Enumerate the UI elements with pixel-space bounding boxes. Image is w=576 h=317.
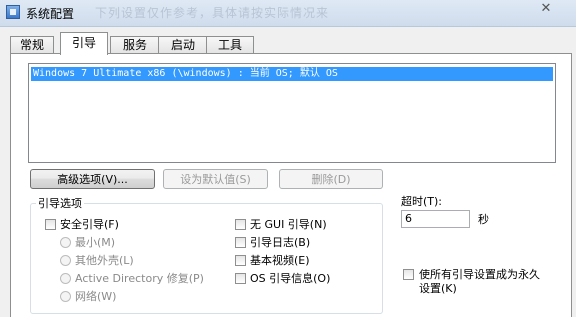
base-video-label: 基本视频(E) (250, 254, 310, 267)
tab-services[interactable]: 服务 (110, 36, 160, 54)
os-boot-info-label: OS 引导信息(O) (250, 272, 331, 285)
advanced-options-button[interactable]: 高级选项(V)... (30, 169, 155, 189)
set-default-button[interactable]: 设为默认值(S) (163, 169, 268, 189)
base-video-checkbox[interactable] (235, 255, 246, 266)
title-bar: 系统配置 下列设置仅作参考，具体请按实际情况来 ✕ (0, 0, 576, 27)
window-title: 系统配置 (26, 7, 75, 21)
boot-log-label: 引导日志(B) (250, 236, 311, 249)
os-boot-info-checkbox[interactable] (235, 273, 246, 284)
timeout-label: 超时(T): (401, 195, 443, 208)
title-ghost-text: 下列设置仅作参考，具体请按实际情况来 (95, 6, 330, 20)
make-permanent-label-line1: 使所有引导设置成为永久 (419, 268, 540, 281)
minimal-radio[interactable] (60, 237, 71, 248)
close-button[interactable]: ✕ (521, 0, 571, 18)
timeout-unit-label: 秒 (478, 213, 489, 226)
network-radio[interactable] (60, 291, 71, 302)
make-permanent-checkbox[interactable] (403, 269, 414, 280)
tab-boot[interactable]: 引导 (60, 32, 108, 55)
alternate-shell-radio[interactable] (60, 255, 71, 266)
tab-general[interactable]: 常规 (10, 36, 54, 54)
boot-log-checkbox[interactable] (235, 237, 246, 248)
ad-repair-label: Active Directory 修复(P) (75, 272, 204, 285)
safe-boot-label: 安全引导(F) (60, 218, 119, 231)
make-permanent-label-line2: 设置(K) (419, 282, 457, 295)
alternate-shell-label: 其他外壳(L) (75, 254, 134, 267)
boot-options-legend: 引导选项 (36, 195, 84, 211)
delete-button[interactable]: 删除(D) (279, 169, 383, 189)
ad-repair-radio[interactable] (60, 273, 71, 284)
safe-boot-checkbox[interactable] (45, 219, 56, 230)
network-label: 网络(W) (75, 290, 117, 303)
timeout-input[interactable]: 6 (401, 210, 470, 228)
tab-tools[interactable]: 工具 (206, 36, 254, 54)
system-config-icon (6, 5, 20, 19)
no-gui-boot-label: 无 GUI 引导(N) (250, 218, 327, 231)
no-gui-boot-checkbox[interactable] (235, 219, 246, 230)
os-list[interactable]: Windows 7 Ultimate x86 (\windows) : 当前 O… (28, 63, 556, 163)
os-list-item-selected[interactable]: Windows 7 Ultimate x86 (\windows) : 当前 O… (31, 67, 553, 81)
minimal-label: 最小(M) (75, 236, 116, 249)
tab-startup[interactable]: 启动 (158, 36, 208, 54)
